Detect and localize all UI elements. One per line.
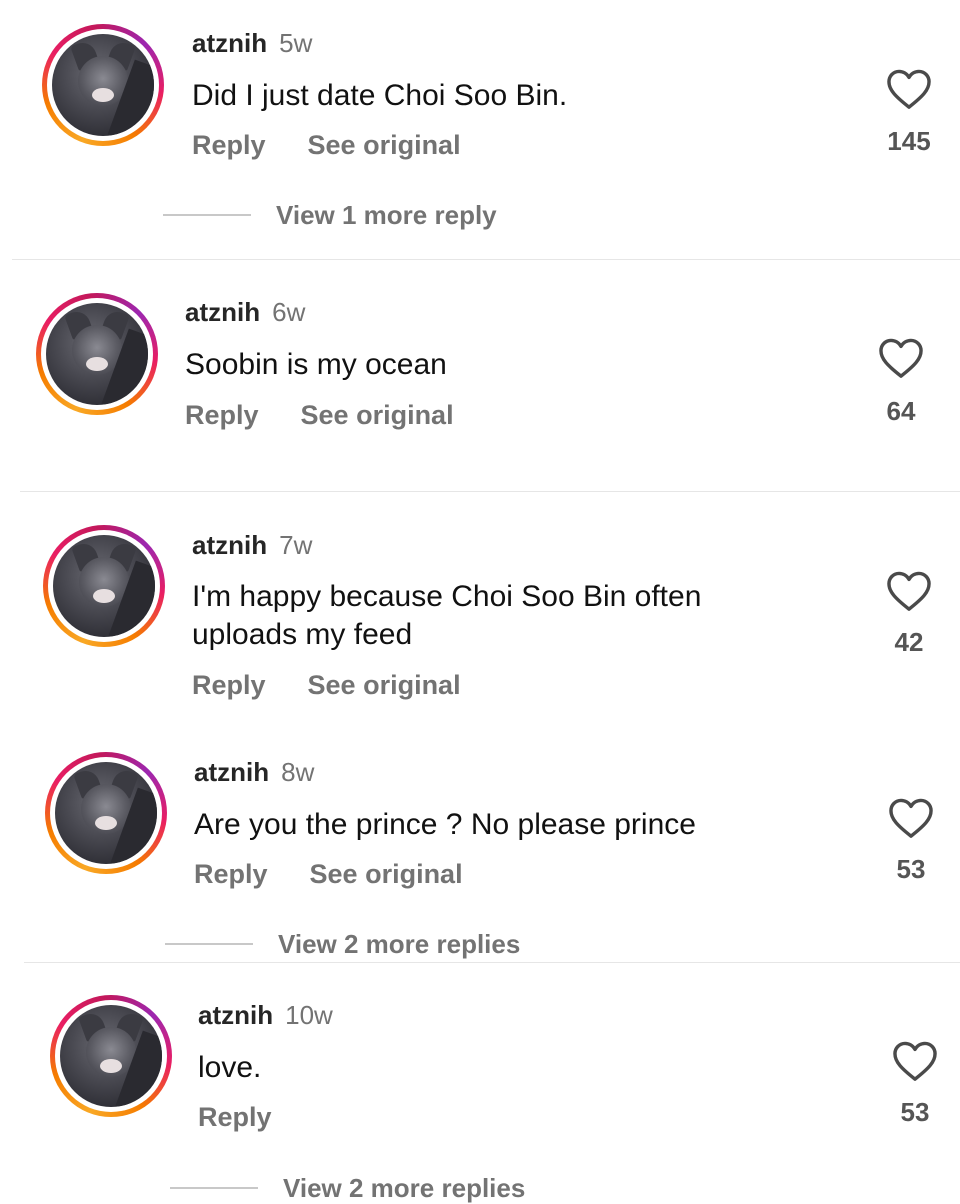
divider — [20, 491, 960, 492]
username[interactable]: atznih — [192, 28, 267, 58]
reply-button[interactable]: Reply — [192, 670, 266, 700]
comment-actions: Reply See original — [185, 400, 454, 431]
comment-header: atznih 5w — [192, 28, 312, 59]
comment-time: 7w — [279, 530, 313, 560]
comment-time: 6w — [272, 297, 306, 327]
like-count: 53 — [896, 854, 926, 884]
like-count: 53 — [900, 1097, 930, 1127]
see-original-button[interactable]: See original — [310, 859, 463, 889]
see-original-button[interactable]: See original — [308, 130, 461, 160]
avatar[interactable] — [43, 525, 165, 647]
view-replies-line — [165, 943, 253, 945]
view-more-replies-button[interactable]: View 2 more replies — [278, 929, 520, 960]
username[interactable]: atznih — [192, 530, 267, 560]
like-count: 145 — [887, 126, 931, 156]
reply-button[interactable]: Reply — [194, 859, 268, 889]
comment-time: 10w — [285, 1000, 333, 1030]
heart-outline-icon[interactable] — [878, 337, 924, 379]
avatar-photo — [46, 303, 148, 405]
reply-button[interactable]: Reply — [192, 130, 266, 160]
comment-text: love. — [198, 1051, 262, 1084]
see-original-button[interactable]: See original — [301, 400, 454, 430]
like-count: 64 — [886, 396, 916, 426]
heart-outline-icon[interactable] — [892, 1040, 938, 1082]
comment-actions: Reply — [198, 1102, 272, 1133]
see-original-button[interactable]: See original — [308, 670, 461, 700]
heart-outline-icon[interactable] — [888, 797, 934, 839]
comment-header: atznih 6w — [185, 297, 305, 328]
comment-header: atznih 7w — [192, 530, 312, 561]
avatar-photo — [53, 535, 155, 637]
heart-outline-icon[interactable] — [886, 68, 932, 110]
view-replies-line — [170, 1187, 258, 1189]
avatar[interactable] — [36, 293, 158, 415]
comment-actions: Reply See original — [192, 670, 461, 701]
divider — [24, 962, 960, 963]
avatar-photo — [55, 762, 157, 864]
comment-actions: Reply See original — [192, 130, 461, 161]
comment-text: Are you the prince ? No please prince — [194, 808, 696, 841]
avatar-photo — [60, 1005, 162, 1107]
view-more-replies-button[interactable]: View 2 more replies — [283, 1173, 525, 1204]
comment-text: Soobin is my ocean — [185, 348, 447, 381]
like-count: 42 — [894, 627, 924, 657]
comment-text: Did I just date Choi Soo Bin. — [192, 79, 568, 112]
comment-header: atznih 8w — [194, 757, 314, 788]
comment-header: atznih 10w — [198, 1000, 333, 1031]
username[interactable]: atznih — [194, 757, 269, 787]
avatar-photo — [52, 34, 154, 136]
comment-text: I'm happy because Choi Soo Bin often upl… — [192, 580, 702, 651]
comment-actions: Reply See original — [194, 859, 463, 890]
divider — [12, 259, 960, 260]
username[interactable]: atznih — [185, 297, 260, 327]
reply-button[interactable]: Reply — [185, 400, 259, 430]
view-replies-line — [163, 214, 251, 216]
avatar[interactable] — [42, 24, 164, 146]
heart-outline-icon[interactable] — [886, 570, 932, 612]
avatar[interactable] — [45, 752, 167, 874]
comment-time: 5w — [279, 28, 313, 58]
username[interactable]: atznih — [198, 1000, 273, 1030]
view-more-replies-button[interactable]: View 1 more reply — [276, 200, 497, 231]
reply-button[interactable]: Reply — [198, 1102, 272, 1132]
avatar[interactable] — [50, 995, 172, 1117]
comment-time: 8w — [281, 757, 315, 787]
